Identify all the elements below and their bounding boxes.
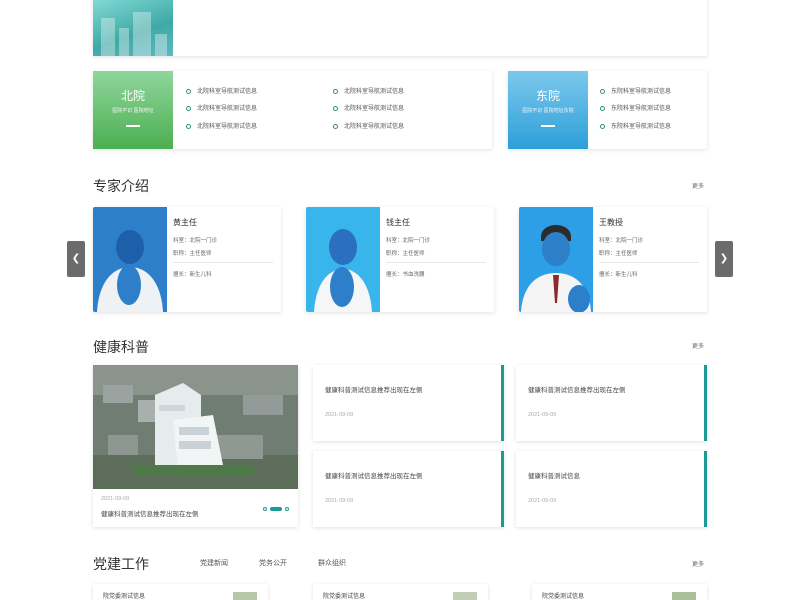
party-news-title: 院党委测试信息: [323, 594, 366, 600]
health-news-card[interactable]: 健康科普测试信息推荐出现在左侧 2021-09-09: [313, 451, 504, 527]
party-news-thumbnail: [672, 592, 696, 600]
featured-date: 2021-09-09: [101, 496, 130, 502]
party-news-thumbnail: [233, 592, 257, 600]
party-news-title: 院党委测试信息: [542, 594, 585, 600]
health-news-card[interactable]: 健康科普测试信息 2021-09-09: [516, 451, 707, 527]
campus-link[interactable]: 北院科室导航测试信息: [333, 121, 404, 130]
news-date: 2021-09-09: [325, 498, 354, 504]
campus-link[interactable]: 北院科室导航测试信息: [186, 103, 257, 112]
bullet-icon: [186, 105, 191, 111]
campus-card-north: 北院 医院不识 医院地址 北院科室导航测试信息 北院科室导航测试信息 北院科室导…: [93, 71, 492, 149]
health-section-title: 健康科普: [93, 339, 149, 355]
news-title: 健康科普测试信息推荐出现在左侧: [528, 387, 626, 394]
expert-specialty: 擅长：书血洗腰: [386, 272, 425, 278]
tab-party-affairs[interactable]: 党务公开: [259, 558, 287, 568]
campus-card-east: 东院 医院不识 医院地址东院 东院科室导航测试信息 东院科室导航测试信息 东院科…: [508, 71, 707, 149]
campus-link[interactable]: 北院科室导航测试信息: [186, 121, 257, 130]
campus-link[interactable]: 北院科室导航测试信息: [333, 103, 404, 112]
campus-divider: [126, 125, 140, 127]
campus-subtitle: 医院不识 医院地址: [112, 108, 154, 114]
expert-name: 钱主任: [386, 218, 410, 227]
party-section-title: 党建工作: [93, 556, 149, 572]
campus-link[interactable]: 东院科室导航测试信息: [600, 103, 671, 112]
campus-name: 东院: [535, 89, 560, 103]
expert-title: 职称：主任医师: [173, 251, 212, 257]
party-news-title: 院党委测试信息: [103, 594, 146, 600]
expert-dept: 科室：北院一门诊: [173, 238, 218, 244]
featured-title: 健康科普测试信息推荐出现在左侧: [101, 511, 199, 518]
campus-link[interactable]: 北院科室导航测试信息: [186, 86, 257, 95]
divider: [386, 262, 486, 263]
expert-title: 职称：主任医师: [599, 251, 638, 257]
expert-photo: [519, 207, 593, 312]
expert-specialty: 擅长：新生儿科: [599, 272, 638, 278]
bullet-icon: [333, 88, 338, 94]
experts-section-title: 专家介绍: [93, 178, 149, 194]
campus-link[interactable]: 东院科室导航测试信息: [600, 121, 671, 130]
bullet-icon: [333, 123, 338, 129]
expert-card[interactable]: 钱主任 科室：北院一门诊 职称：主任医师 擅长：书血洗腰: [306, 207, 494, 312]
news-title: 健康科普测试信息推荐出现在左侧: [325, 473, 423, 480]
bullet-icon: [186, 88, 191, 94]
expert-dept: 科室：北院一门诊: [386, 238, 431, 244]
bullet-icon: [600, 88, 605, 94]
expert-card[interactable]: 王教授 科室：北院一门诊 职称：主任医师 擅长：新生儿科: [519, 207, 707, 312]
news-date: 2021-09-09: [528, 412, 557, 418]
party-news-card[interactable]: 院党委测试信息: [532, 584, 707, 600]
divider: [599, 262, 699, 263]
expert-photo: [93, 207, 167, 312]
campus-link[interactable]: 北院科室导航测试信息: [333, 86, 404, 95]
expert-name: 王教授: [599, 218, 623, 227]
featured-banner-card[interactable]: [93, 0, 707, 56]
bullet-icon: [186, 123, 191, 129]
bullet-icon: [600, 105, 605, 111]
bullet-icon: [333, 105, 338, 111]
health-news-card[interactable]: 健康科普测试信息推荐出现在左侧 2021-09-09: [313, 365, 504, 441]
health-news-card[interactable]: 健康科普测试信息推荐出现在左侧 2021-09-09: [516, 365, 707, 441]
hospital-aerial-image: [93, 365, 298, 489]
carousel-dot[interactable]: [263, 507, 267, 511]
party-news-card[interactable]: 院党委测试信息: [93, 584, 268, 600]
campus-subtitle: 医院不识 医院地址东院: [522, 108, 574, 114]
health-more-link[interactable]: 更多: [692, 341, 704, 350]
expert-card[interactable]: 黄主任 科室：北院一门诊 职称：主任医师 擅长：新生儿科: [93, 207, 281, 312]
news-title: 健康科普测试信息: [528, 473, 580, 480]
news-date: 2021-09-09: [528, 498, 557, 504]
carousel-indicators[interactable]: [263, 506, 289, 512]
expert-dept: 科室：北院一门诊: [599, 238, 644, 244]
expert-title: 职称：主任医师: [386, 251, 425, 257]
tab-mass-organizations[interactable]: 群众组织: [318, 558, 346, 568]
party-news-thumbnail: [453, 592, 477, 600]
party-news-card[interactable]: 院党委测试信息: [313, 584, 488, 600]
news-title: 健康科普测试信息推荐出现在左侧: [325, 387, 423, 394]
bullet-icon: [600, 123, 605, 129]
expert-name: 黄主任: [173, 218, 197, 227]
doctor-portrait-icon: [93, 207, 167, 312]
expert-photo: [306, 207, 380, 312]
campus-east-image[interactable]: 东院 医院不识 医院地址东院: [508, 71, 588, 149]
tab-party-news[interactable]: 党建新闻: [200, 558, 228, 568]
carousel-dot[interactable]: [285, 507, 289, 511]
divider: [173, 262, 273, 263]
campus-name: 北院: [120, 89, 145, 103]
banner-hospital-image: [93, 0, 173, 56]
party-more-link[interactable]: 更多: [692, 559, 704, 568]
news-date: 2021-09-09: [325, 412, 354, 418]
campus-link[interactable]: 东院科室导航测试信息: [600, 86, 671, 95]
chevron-left-icon[interactable]: ❮: [67, 241, 85, 277]
chevron-right-icon[interactable]: ❯: [715, 241, 733, 277]
doctor-portrait-icon: [306, 207, 380, 312]
expert-specialty: 擅长：新生儿科: [173, 272, 212, 278]
campus-divider: [541, 125, 555, 127]
campus-north-image[interactable]: 北院 医院不识 医院地址: [93, 71, 173, 149]
experts-more-link[interactable]: 更多: [692, 181, 704, 190]
doctor-portrait-icon: [519, 207, 593, 312]
health-featured-card[interactable]: 2021-09-09 健康科普测试信息推荐出现在左侧: [93, 365, 298, 527]
carousel-dot-active[interactable]: [270, 507, 282, 511]
